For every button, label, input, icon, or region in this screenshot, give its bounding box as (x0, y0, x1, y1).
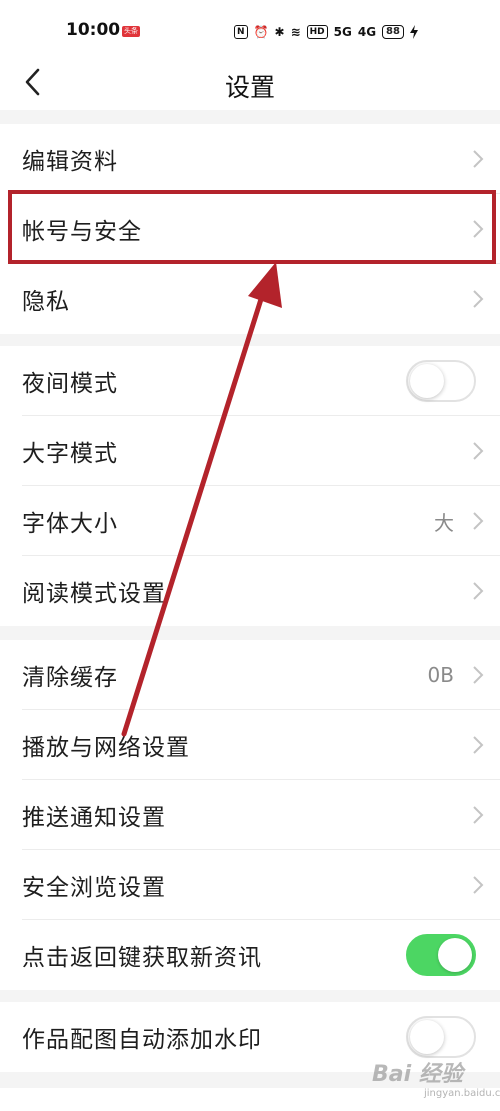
watermark-url: jingyan.baidu.com (424, 1088, 500, 1099)
annotation-arrow-icon (121, 262, 282, 737)
watermark-logo: Bai 经验 (372, 1062, 463, 1087)
